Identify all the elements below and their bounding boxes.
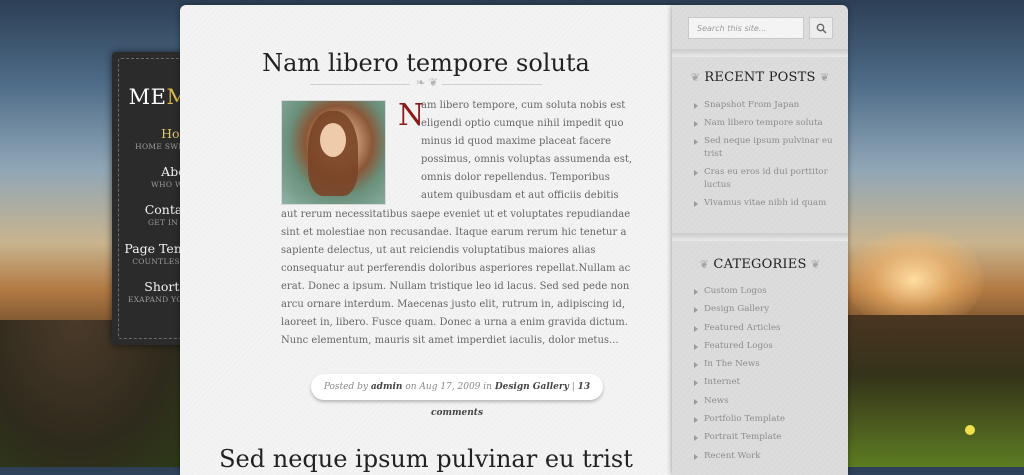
post-excerpt: am libero tempore, cum soluta nobis est … [281,97,636,350]
category-link[interactable]: Internet [694,376,834,389]
post-title-2[interactable]: Sed neque ipsum pulvinar eu trist [180,445,672,473]
category-link[interactable]: Featured Articles [694,322,834,335]
main-content: Nam libero tempore soluta ❧ ❦ N am liber… [180,5,672,475]
ornament-line-right [442,84,542,85]
recent-posts-list: Snapshot From Japan Nam libero tempore s… [694,99,834,215]
category-link[interactable]: Portrait Template [694,431,834,444]
title-ornament: ❧ ❦ [310,76,542,89]
search-input[interactable]: Search this site... [688,17,804,39]
magnifier-icon [816,23,827,34]
post-title[interactable]: Nam libero tempore soluta [180,49,672,77]
meta-date: on Aug 17, 2009 in [405,382,492,392]
category-link[interactable]: Featured Logos [694,340,834,353]
category-link[interactable]: News [694,395,834,408]
recent-post-link[interactable]: Cras eu eros id dui porttitor luctus [694,166,834,192]
category-link[interactable]: Recent Work [694,450,834,463]
flourish-icon: ❦ [690,71,701,84]
sidebar-divider [672,49,848,57]
meta-separator: | [571,382,575,392]
flourish-icon: ❦ [810,258,821,271]
ornament-line-left [310,84,410,85]
meta-posted-by: Posted by [323,382,368,392]
category-link[interactable]: Custom Logos [694,285,834,298]
flourish-icon: ❦ [819,71,830,84]
sidebar-divider [672,233,848,241]
widget-title-recent-posts: ❦ RECENT POSTS ❦ [672,70,848,85]
meta-author-link[interactable]: admin [371,382,403,392]
background-flower [965,425,975,435]
logo-text-part1: ME [128,85,167,109]
category-link[interactable]: Design Gallery [694,303,834,316]
category-link[interactable]: Portfolio Template [694,413,834,426]
sidebar: Search this site... ❦ RECENT POSTS ❦ Sna… [672,5,848,475]
category-link[interactable]: In The News [694,358,834,371]
widget-title-text: RECENT POSTS [704,70,816,85]
background-landscape-right [844,315,1024,467]
flourish-icon: ❦ [699,258,710,271]
widget-title-text: CATEGORIES [713,257,807,272]
post-meta: Posted by admin on Aug 17, 2009 in Desig… [311,374,603,418]
categories-list: Custom Logos Design Gallery Featured Art… [694,285,834,468]
recent-post-link[interactable]: Nam libero tempore soluta [694,117,834,130]
meta-category-link[interactable]: Design Gallery [495,382,569,392]
text-float-spacer [281,97,421,203]
search-button[interactable] [809,17,833,39]
widget-title-categories: ❦ CATEGORIES ❦ [672,257,848,272]
recent-post-link[interactable]: Sed neque ipsum pulvinar eu trist [694,135,834,161]
flourish-icon: ❧ ❦ [416,76,438,89]
recent-post-link[interactable]: Snapshot From Japan [694,99,834,112]
recent-post-link[interactable]: Vivamus vitae nibh id quam [694,197,834,210]
